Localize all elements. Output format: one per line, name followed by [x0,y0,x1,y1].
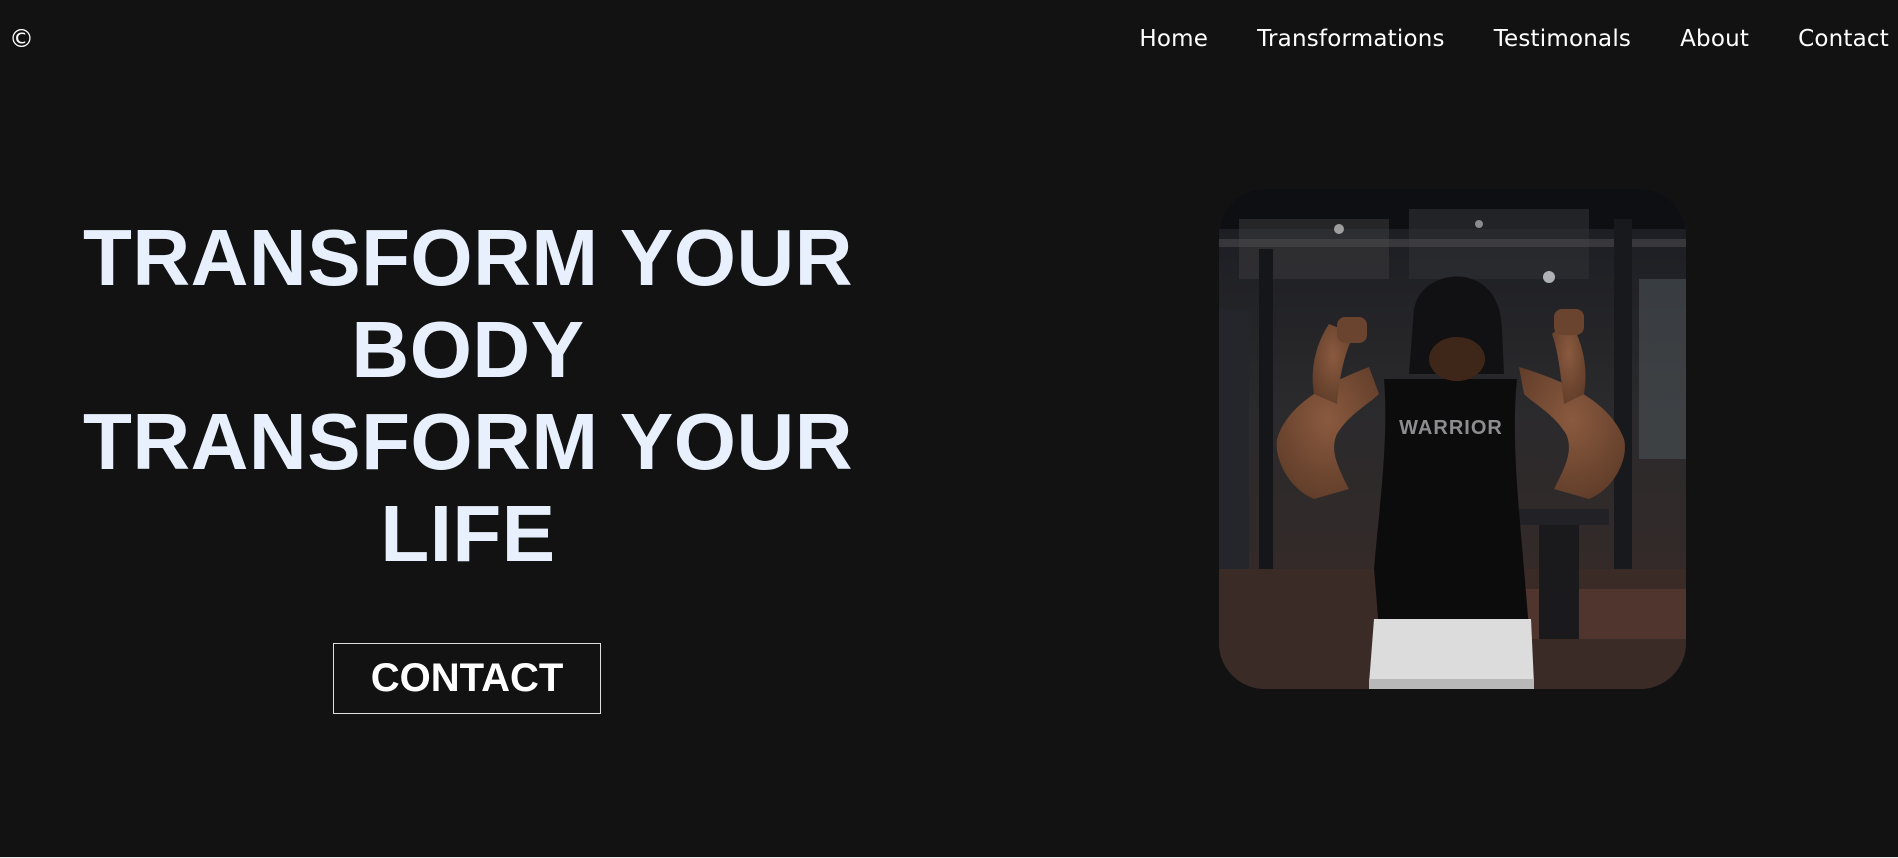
copyright-logo[interactable]: © [9,24,34,54]
nav-testimonals-link[interactable]: Testimonals [1494,26,1631,52]
main-nav: Home Transformations Testimonals About C… [1139,22,1898,56]
hero-headline-line: LIFE [380,489,556,578]
hero-section: TRANSFORM YOUR BODY TRANSFORM YOUR LIFE [40,212,896,580]
hero-headline-line: TRANSFORM YOUR [83,213,853,302]
contact-button[interactable]: CONTACT [333,643,601,714]
nav-transformations-link[interactable]: Transformations [1257,26,1445,52]
nav-contact-link[interactable]: Contact [1798,26,1889,52]
nav-about-link[interactable]: About [1680,26,1749,52]
nav-home-link[interactable]: Home [1139,26,1208,52]
hero-headline-line: BODY [351,305,585,394]
hero-headline-line: TRANSFORM YOUR [83,397,853,486]
page: © Home Transformations Testimonals About… [0,0,1898,857]
svg-text:WARRIOR: WARRIOR [1399,417,1503,439]
hero-photo: WARRIOR [1219,189,1686,689]
hero-headline: TRANSFORM YOUR BODY TRANSFORM YOUR LIFE [40,212,896,580]
